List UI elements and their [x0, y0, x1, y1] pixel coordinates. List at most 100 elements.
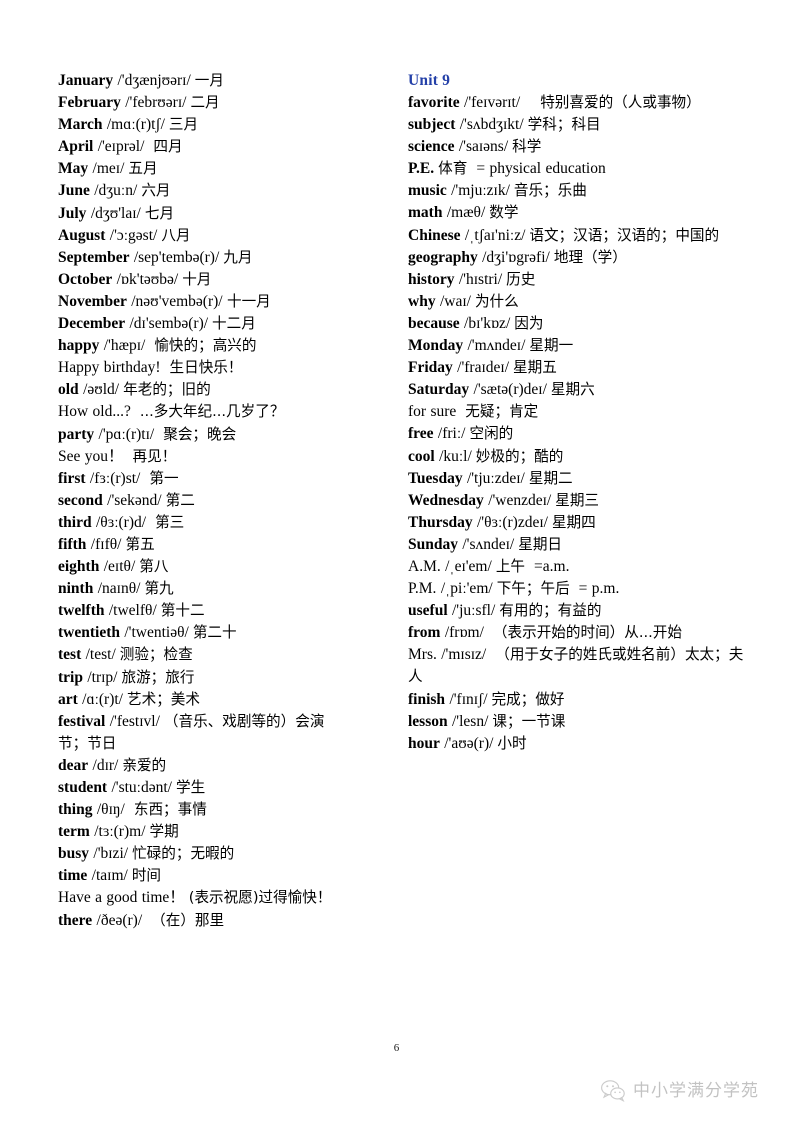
vocabulary-entry: lesson /'lesn/课；一节课	[408, 711, 753, 733]
entry-word: Friday	[408, 359, 453, 377]
vocabulary-entry: twentieth /'twentiəθ/第二十	[58, 622, 352, 644]
entry-word: December	[58, 315, 126, 333]
vocabulary-entry: finish /'fɪnɪʃ/完成；做好	[408, 689, 753, 711]
vocabulary-entry: old /əʊld/年老的；旧的	[58, 379, 352, 401]
entry-phonetic: /bɪ'kɒz/	[464, 314, 511, 332]
entry-word: July	[58, 204, 87, 222]
entry-phonetic: /'pɑː(r)tɪ/	[98, 425, 155, 443]
entry-word: Thursday	[408, 513, 473, 531]
entry-meaning: 特别喜爱的（人或事物）	[540, 94, 701, 111]
entry-meaning: 八月	[161, 226, 191, 244]
entry-word: November	[58, 292, 127, 310]
vocabulary-entry: Sunday /'sʌndeɪ/星期日	[408, 534, 753, 556]
entry-word: useful	[408, 602, 448, 620]
vocabulary-entry: second /'sekənd/第二	[58, 490, 352, 512]
page-number: 6	[393, 1042, 400, 1054]
vocabulary-entry: eighth /eɪtθ/第八	[58, 556, 352, 578]
vocabulary-entry: free /friː/空闲的	[408, 423, 753, 445]
vocabulary-entry: there /ðeə(r)/ （在）那里	[58, 910, 352, 932]
entry-word: September	[58, 248, 130, 266]
entry-word: fifth	[58, 535, 87, 553]
entry-word: why	[408, 292, 436, 310]
entry-meaning: 第八	[139, 558, 169, 576]
entry-meaning: 再见！	[132, 447, 177, 465]
vocabulary-entry: Chinese /ˌtʃaɪ'niːz/语文；汉语；汉语的；中国的	[408, 225, 753, 247]
entry-word: How old...?	[58, 403, 131, 421]
entry-phonetic: /meɪ/	[92, 160, 125, 178]
entry-phonetic: /'lesn/	[452, 712, 489, 730]
vocabulary-entry: term /tɜː(r)m/学期	[58, 821, 352, 843]
entry-phonetic: /'θɜː(r)zdeɪ/	[477, 513, 548, 531]
entry-phonetic: /'febrʊərɪ/	[125, 94, 187, 112]
entry-phonetic: /dɪ'sembə(r)/	[129, 315, 209, 333]
vocabulary-entry: subject /'sʌbdʒɪkt/学科；科目	[408, 114, 753, 136]
entry-meaning: 下午；午后	[496, 580, 570, 598]
vocabulary-entry: trip /trɪp/旅游；旅行	[58, 667, 352, 689]
entry-meaning: 六月	[141, 182, 171, 200]
vocabulary-entry: June /dʒuːn/六月	[58, 180, 352, 202]
entry-phonetic: /twelfθ/	[108, 602, 157, 620]
vocabulary-entry: cool /kuːl/妙极的；酷的	[408, 446, 753, 468]
vocabulary-entry: music /'mjuːzɪk/音乐；乐曲	[408, 180, 753, 202]
vocabulary-entry: Monday /'mʌndeɪ/星期一	[408, 335, 753, 357]
entry-word: January	[58, 72, 114, 89]
entry-meaning: （在）那里	[151, 911, 225, 929]
vocabulary-entry: third /θɜː(r)d/第三	[58, 512, 352, 534]
entry-meaning: 历史	[506, 270, 536, 288]
entry-meaning: 体育	[438, 160, 468, 178]
entry-meaning: 旅游；旅行	[121, 668, 195, 686]
entry-word: Saturday	[408, 381, 470, 399]
entry-word: lesson	[408, 712, 448, 730]
entry-word: art	[58, 690, 78, 708]
entry-meaning: 十二月	[212, 315, 256, 333]
entry-word: February	[58, 94, 121, 112]
entry-word: eighth	[58, 558, 100, 576]
entry-phonetic: /əʊld/	[83, 381, 120, 399]
vocabulary-entry: May /meɪ/五月	[58, 158, 352, 180]
vocabulary-entry: why /waɪ/为什么	[408, 291, 753, 313]
vocabulary-entry: Happy birthday! 生日快乐！	[58, 357, 352, 379]
entry-word: festival	[58, 712, 106, 730]
entry-meaning: 四月	[153, 138, 183, 156]
entry-meaning: 星期五	[513, 359, 557, 377]
entry-meaning: 星期四	[551, 513, 596, 531]
entry-word: May	[58, 160, 89, 178]
vocabulary-entry: ninth /naɪnθ/第九	[58, 578, 352, 600]
entry-word: happy	[58, 337, 100, 355]
entry-meaning: 星期三	[555, 491, 600, 509]
entry-phonetic: /'sʌndeɪ/	[462, 535, 515, 553]
entry-word: Monday	[408, 337, 464, 355]
entry-meaning: 三月	[168, 116, 199, 134]
vocabulary-entry: thing /θɪŋ/东西；事情	[58, 799, 352, 821]
entry-phonetic: /tɜː(r)m/	[94, 823, 146, 841]
entry-meaning: 第二十	[192, 624, 237, 642]
vocabulary-entry: August /'ɔːgəst/八月	[58, 225, 352, 247]
entry-word: third	[58, 513, 92, 531]
entry-phonetic: /waɪ/	[439, 292, 471, 310]
entry-meaning: 七月	[144, 204, 175, 222]
entry-phonetic: /frɒm/	[444, 624, 484, 642]
entry-word: first	[58, 469, 86, 487]
entry-meaning: 妙极的；酷的	[475, 447, 564, 465]
entry-meaning: 音乐；乐曲	[513, 182, 587, 200]
vocabulary-entry: art /ɑː(r)t/艺术；美术	[58, 689, 352, 711]
entry-meaning: 第二	[165, 491, 195, 509]
entry-meaning: 第一	[149, 469, 179, 487]
entry-meaning: 年老的；旧的	[123, 381, 211, 399]
entry-phonetic: /θɜː(r)d/	[95, 513, 147, 531]
entry-phonetic: /'dʒænjʊərɪ/	[117, 72, 191, 89]
vocabulary-entry: geography /dʒi'ɒgrəfi/地理（学）	[408, 247, 753, 269]
entry-word: history	[408, 270, 455, 288]
entry-phonetic: /'mjuːzɪk/	[451, 182, 510, 200]
entry-phonetic: /fɜː(r)st/	[89, 469, 141, 487]
entry-phonetic: /'fɪnɪʃ/	[449, 690, 488, 708]
vocabulary-entry: Mrs. /'mɪsɪz/（用于女子的姓氏或姓名前）太太；夫人	[408, 644, 753, 688]
entry-meaning: 完成；做好	[491, 690, 565, 708]
entry-meaning: 十一月	[226, 292, 271, 310]
vocabulary-entry: party /'pɑː(r)tɪ/聚会；晚会	[58, 424, 352, 446]
entry-word: trip	[58, 668, 83, 686]
entry-meaning: 生日快乐！	[169, 359, 243, 377]
entry-word: Tuesday	[408, 469, 463, 487]
entry-meaning: 语文；汉语；汉语的；中国的	[529, 226, 720, 244]
entry-expansion: =a.m.	[534, 557, 570, 575]
